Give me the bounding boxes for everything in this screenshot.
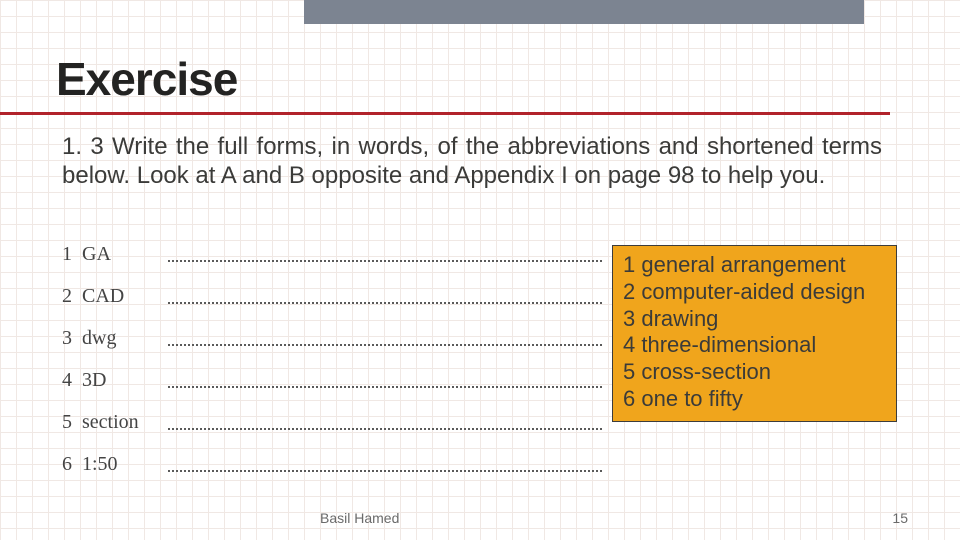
answer-text: general arrangement [641,252,845,277]
worksheet-term: dwg [82,327,168,350]
exercise-prompt: 1. 3 Write the full forms, in words, of … [62,132,882,191]
worksheet-number: 3 [62,327,82,350]
top-accent-bar [304,0,864,24]
worksheet-number: 5 [62,411,82,434]
blank-line [168,470,602,472]
answer-number: 3 [623,306,635,331]
answer-row: 4 three-dimensional [623,332,886,359]
worksheet-row: 6 1:50 [62,448,602,476]
worksheet-row: 2 CAD [62,280,602,308]
worksheet-row: 4 3D [62,364,602,392]
worksheet-term: CAD [82,285,168,308]
answer-row: 2 computer-aided design [623,279,886,306]
answer-text: computer-aided design [641,279,865,304]
title-underline [0,112,890,115]
answer-number: 5 [623,359,635,384]
answer-number: 6 [623,386,635,411]
answer-text: drawing [641,306,718,331]
answer-text: cross-section [641,359,771,384]
answer-row: 6 one to fifty [623,386,886,413]
worksheet-term: 1:50 [82,453,168,476]
worksheet-row: 5 section [62,406,602,434]
blank-line [168,302,602,304]
answer-number: 4 [623,332,635,357]
answer-number: 1 [623,252,635,277]
blank-line [168,344,602,346]
answer-text: three-dimensional [641,332,816,357]
worksheet-number: 2 [62,285,82,308]
answer-row: 3 drawing [623,306,886,333]
blank-line [168,260,602,262]
answer-number: 2 [623,279,635,304]
answer-card: 1 general arrangement 2 computer-aided d… [612,245,897,422]
blank-line [168,428,602,430]
worksheet-row: 1 GA [62,238,602,266]
footer-author: Basil Hamed [320,510,399,526]
slide-title: Exercise [56,52,237,106]
worksheet-row: 3 dwg [62,322,602,350]
blank-line [168,386,602,388]
worksheet-number: 6 [62,453,82,476]
answer-row: 1 general arrangement [623,252,886,279]
worksheet-number: 1 [62,243,82,266]
worksheet-term: 3D [82,369,168,392]
worksheet-term: section [82,411,168,434]
answer-text: one to fifty [641,386,743,411]
worksheet-list: 1 GA 2 CAD 3 dwg 4 3D 5 section 6 1:50 [62,238,602,490]
worksheet-term: GA [82,243,168,266]
answer-row: 5 cross-section [623,359,886,386]
footer-page-number: 15 [892,510,908,526]
worksheet-number: 4 [62,369,82,392]
